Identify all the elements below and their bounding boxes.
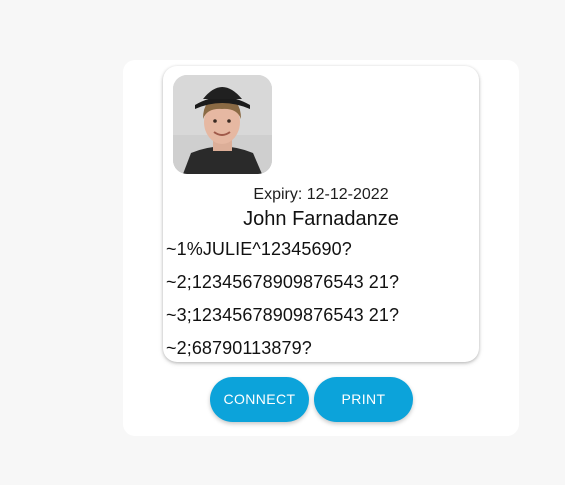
track-line-4: ~2;68790113879?: [166, 338, 312, 358]
expiry-text: Expiry: 12-12-2022: [253, 186, 389, 203]
track-line-1: ~1%JULIE^12345690?: [166, 239, 352, 259]
cardholder-name: John Farnadanze: [243, 208, 399, 230]
avatar-photo-icon: [173, 75, 272, 174]
track-line-2: ~2;12345678909876543 21?: [166, 272, 400, 292]
print-button[interactable]: PRINT: [314, 377, 413, 422]
connect-button[interactable]: CONNECT: [210, 377, 309, 422]
avatar: [173, 75, 272, 174]
track-line-3: ~3;12345678909876543 21?: [166, 305, 400, 325]
id-card: Expiry: 12-12-2022 John Farnadanze ~1%JU…: [163, 66, 479, 362]
